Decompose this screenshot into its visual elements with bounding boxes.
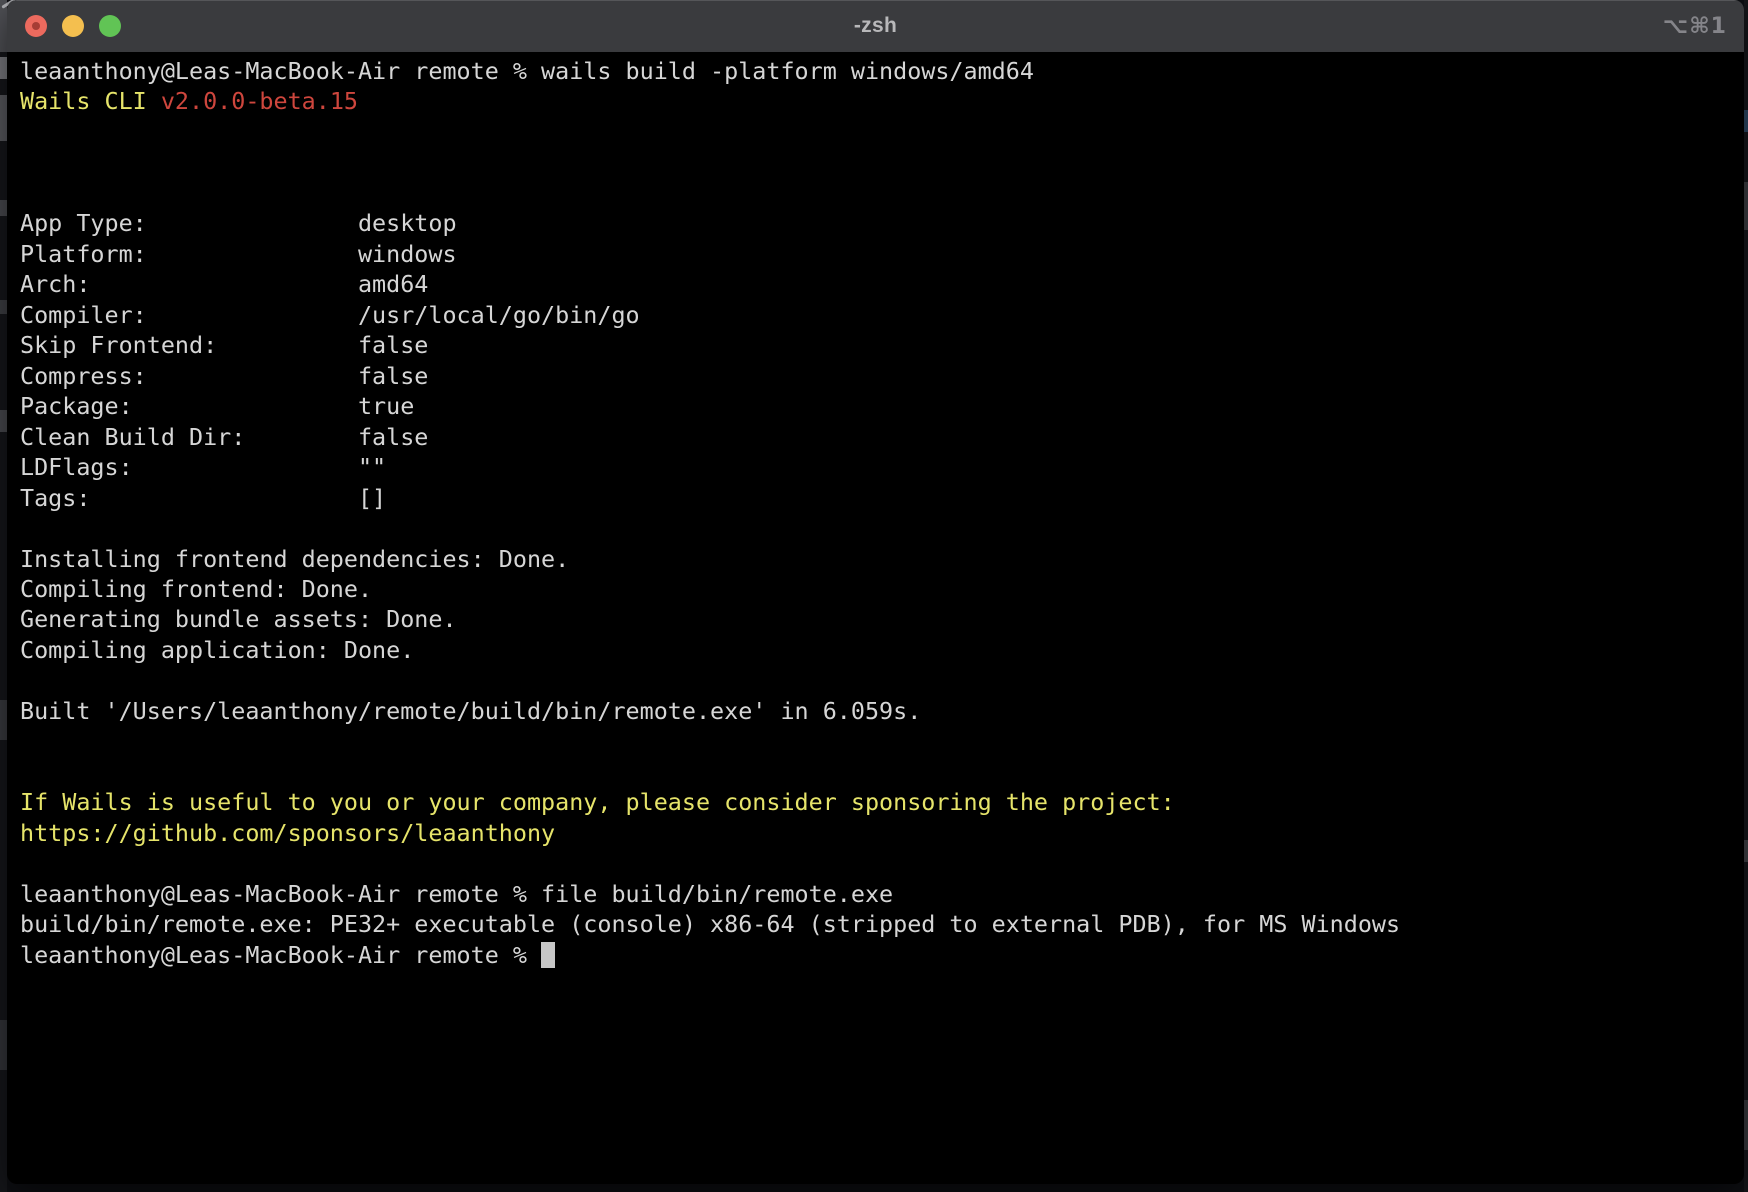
terminal-line: Package: true	[20, 391, 1744, 421]
background-window-fragment	[0, 700, 7, 740]
terminal-line: leaanthony@Leas-MacBook-Air remote %	[20, 940, 1744, 970]
terminal-text: Installing frontend dependencies: Done.	[20, 545, 569, 573]
background-window-sliver-left	[0, 0, 7, 1192]
terminal-line: Generating bundle assets: Done.	[20, 604, 1744, 634]
terminal-line	[20, 147, 1744, 177]
background-window-fragment	[1744, 840, 1748, 862]
terminal-line: Compiling application: Done.	[20, 635, 1744, 665]
terminal-text: Built '/Users/leaanthony/remote/build/bi…	[20, 697, 921, 725]
terminal-text: If Wails is useful to you or your compan…	[20, 788, 1175, 816]
background-window-fragment	[0, 95, 7, 141]
terminal-line: leaanthony@Leas-MacBook-Air remote % wai…	[20, 56, 1744, 86]
window-shortcut-badge: ⌥⌘1	[1663, 0, 1727, 52]
sponsor-link[interactable]: https://github.com/sponsors/leaanthony	[20, 819, 555, 847]
terminal-line: Skip Frontend: false	[20, 330, 1744, 360]
terminal-line	[20, 178, 1744, 208]
background-window-fragment	[0, 1020, 7, 1070]
terminal-text: Compiler: /usr/local/go/bin/go	[20, 301, 640, 329]
terminal-line: If Wails is useful to you or your compan…	[20, 787, 1744, 817]
terminal-line: build/bin/remote.exe: PE32+ executable (…	[20, 909, 1744, 939]
terminal-text: leaanthony@Leas-MacBook-Air remote %	[20, 941, 541, 969]
terminal-line: Wails CLI v2.0.0-beta.15	[20, 86, 1744, 116]
terminal-text: Wails CLI	[20, 87, 161, 115]
terminal-text: Tags: []	[20, 484, 386, 512]
terminal-text: build/bin/remote.exe: PE32+ executable (…	[20, 910, 1400, 938]
background-window-fragment	[1744, 182, 1748, 230]
terminal-line: Arch: amd64	[20, 269, 1744, 299]
terminal-line: https://github.com/sponsors/leaanthony	[20, 818, 1744, 848]
terminal-line: leaanthony@Leas-MacBook-Air remote % fil…	[20, 879, 1744, 909]
background-window-fragment	[0, 300, 7, 314]
background-window-fragment	[1744, 1100, 1748, 1150]
terminal-line: Clean Build Dir: false	[20, 422, 1744, 452]
terminal-line	[20, 513, 1744, 543]
terminal-line: Platform: windows	[20, 239, 1744, 269]
background-window-fragment	[0, 200, 7, 216]
window-title: -zsh	[7, 0, 1744, 52]
terminal-text: Arch: amd64	[20, 270, 428, 298]
terminal-line	[20, 117, 1744, 147]
terminal-text: Package: true	[20, 392, 414, 420]
terminal-line: Compress: false	[20, 361, 1744, 391]
terminal-text: Compress: false	[20, 362, 428, 390]
terminal-line	[20, 726, 1744, 756]
terminal-line	[20, 848, 1744, 878]
background-window-fragment	[1744, 110, 1748, 132]
terminal-text: Clean Build Dir: false	[20, 423, 428, 451]
terminal-line: Tags: []	[20, 483, 1744, 513]
desktop-background: -zsh ⌥⌘1 leaanthony@Leas-MacBook-Air rem…	[0, 0, 1748, 1192]
background-window-fragment	[0, 57, 7, 79]
background-window-fragment	[0, 410, 7, 432]
terminal-window: -zsh ⌥⌘1 leaanthony@Leas-MacBook-Air rem…	[7, 0, 1744, 1184]
terminal-line: LDFlags: ""	[20, 452, 1744, 482]
terminal-line	[20, 665, 1744, 695]
terminal-text: Compiling application: Done.	[20, 636, 414, 664]
terminal-line	[20, 757, 1744, 787]
terminal-line: App Type: desktop	[20, 208, 1744, 238]
terminal-text: leaanthony@Leas-MacBook-Air remote % wai…	[20, 57, 1034, 85]
terminal-line: Built '/Users/leaanthony/remote/build/bi…	[20, 696, 1744, 726]
terminal-text: leaanthony@Leas-MacBook-Air remote % fil…	[20, 880, 893, 908]
terminal-line: Installing frontend dependencies: Done.	[20, 544, 1744, 574]
terminal-line: Compiling frontend: Done.	[20, 574, 1744, 604]
terminal-output[interactable]: leaanthony@Leas-MacBook-Air remote % wai…	[7, 53, 1744, 970]
terminal-text: App Type: desktop	[20, 209, 457, 237]
terminal-text: Platform: windows	[20, 240, 457, 268]
terminal-text: LDFlags: ""	[20, 453, 386, 481]
terminal-text: v2.0.0-beta.15	[161, 87, 358, 115]
cursor	[541, 942, 555, 968]
terminal-text: Generating bundle assets: Done.	[20, 605, 457, 633]
terminal-text: Compiling frontend: Done.	[20, 575, 372, 603]
terminal-line: Compiler: /usr/local/go/bin/go	[20, 300, 1744, 330]
terminal-text: Skip Frontend: false	[20, 331, 428, 359]
titlebar[interactable]: -zsh ⌥⌘1	[7, 0, 1744, 53]
background-window-sliver-right	[1744, 0, 1748, 1192]
